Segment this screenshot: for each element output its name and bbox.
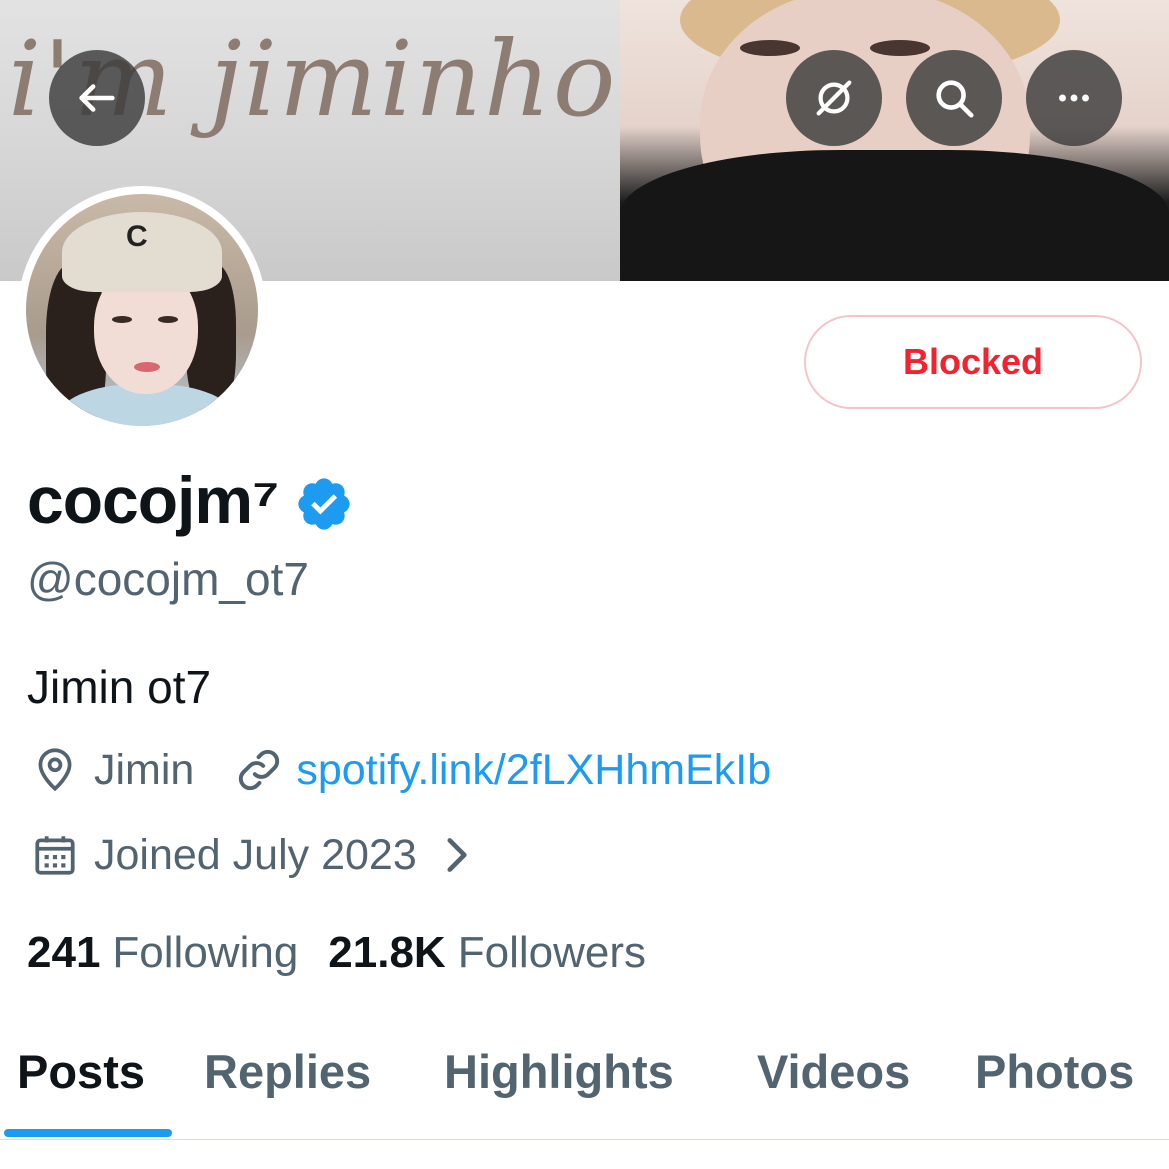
tab-posts[interactable]: Posts	[17, 1044, 145, 1099]
profile-name-row: cocojm⁷	[27, 462, 354, 538]
joined-row[interactable]: Joined July 2023	[30, 830, 481, 880]
chevron-right-icon	[447, 838, 467, 872]
profile-meta-row: Jimin spotify.link/2fLXHhmEkIb	[30, 745, 771, 795]
link-icon	[239, 749, 280, 791]
more-icon	[1059, 94, 1089, 102]
profile-handle: @cocojm_ot7	[27, 553, 309, 605]
translate-off-icon	[816, 80, 852, 116]
tab-videos[interactable]: Videos	[757, 1044, 910, 1099]
following-stat[interactable]: 241 Following	[27, 928, 298, 978]
tab-photos[interactable]: Photos	[975, 1044, 1134, 1099]
tab-replies[interactable]: Replies	[204, 1044, 371, 1099]
avatar-image: C	[26, 194, 258, 426]
avatar[interactable]: C	[18, 186, 266, 434]
search-button[interactable]	[906, 50, 1002, 146]
tab-highlights[interactable]: Highlights	[444, 1044, 674, 1099]
followers-count: 21.8K	[328, 928, 446, 977]
profile-tabs: Posts Replies Highlights Videos Photos	[0, 1020, 1169, 1140]
active-tab-indicator	[4, 1129, 172, 1137]
translate-button[interactable]	[786, 50, 882, 146]
location-text: Jimin	[94, 745, 195, 794]
following-label: Following	[112, 928, 299, 977]
blocked-button[interactable]: Blocked	[804, 315, 1142, 409]
search-icon	[936, 80, 974, 118]
profile-link[interactable]: spotify.link/2fLXHhmEkIb	[296, 746, 771, 795]
profile-bio: Jimin ot7	[27, 661, 212, 713]
calendar-icon	[35, 836, 75, 875]
location-pin-icon	[38, 748, 72, 792]
followers-label: Followers	[457, 928, 646, 977]
following-count: 241	[27, 928, 101, 977]
back-button[interactable]	[49, 50, 145, 146]
verified-badge-icon[interactable]	[294, 474, 354, 534]
joined-text: Joined July 2023	[94, 830, 417, 879]
followers-stat[interactable]: 21.8K Followers	[328, 928, 646, 978]
display-name: cocojm⁷	[27, 463, 279, 537]
follow-stats: 241 Following 21.8K Followers	[27, 928, 646, 978]
back-arrow-icon	[79, 84, 115, 112]
more-button[interactable]	[1026, 50, 1122, 146]
